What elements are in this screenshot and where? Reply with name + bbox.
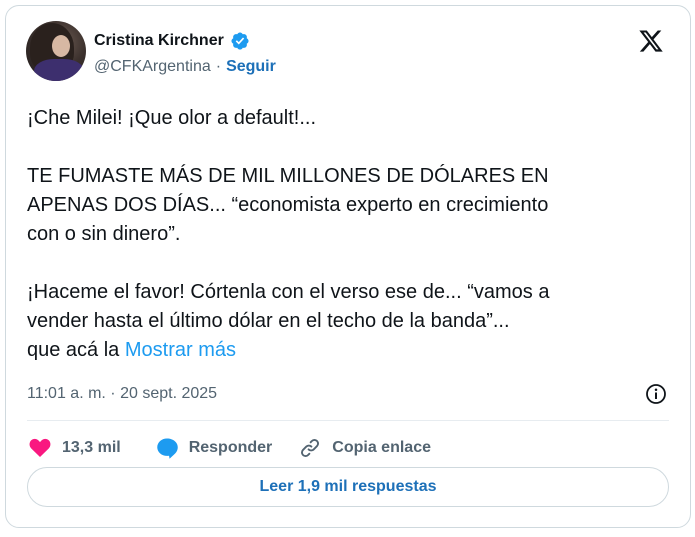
avatar-coat [34,59,84,81]
like-button[interactable]: 13,3 mil [28,436,121,460]
reply-button[interactable]: Responder [155,436,273,460]
tweet-paragraph-2: TE FUMASTE MÁS DE MIL MILLONES DE DÓLARE… [27,165,549,245]
author-name-row: Cristina Kirchner [94,31,250,51]
author-handle-row: @CFKArgentina · Seguir [94,58,276,76]
read-replies-button[interactable]: Leer 1,9 mil respuestas [27,467,669,507]
avatar-face [52,35,70,57]
x-logo-icon[interactable] [638,28,664,54]
tweet-text: ¡Che Milei! ¡Que olor a default!... TE F… [27,104,677,365]
copy-link-button[interactable]: Copia enlace [298,436,431,460]
read-replies-label: Leer 1,9 mil respuestas [259,478,437,495]
tweet-paragraph-3: ¡Haceme el favor! Córtenla con el verso … [27,281,550,361]
separator-dot: · [215,58,222,75]
author-name[interactable]: Cristina Kirchner [94,32,224,50]
verified-badge-icon [230,31,250,51]
heart-icon [29,438,51,457]
reply-bubble-icon [156,438,178,459]
copy-link-label: Copia enlace [332,439,431,456]
reply-label: Responder [188,439,273,456]
follow-button[interactable]: Seguir [226,58,276,76]
info-icon[interactable] [644,382,668,406]
like-count: 13,3 mil [62,439,121,456]
author-handle[interactable]: @CFKArgentina [94,58,211,76]
tweet-line-1: ¡Che Milei! ¡Que olor a default!... [27,107,317,129]
action-bar: 13,3 mil Responder Copia enlace [28,434,431,462]
tweet-card: Cristina Kirchner @CFKArgentina · Seguir… [5,5,691,528]
show-more-link[interactable]: Mostrar más [125,339,236,361]
link-icon [301,439,320,457]
divider [27,420,669,421]
tweet-timestamp[interactable]: 11:01 a. m. · 20 sept. 2025 [27,385,217,403]
avatar[interactable] [26,21,86,81]
